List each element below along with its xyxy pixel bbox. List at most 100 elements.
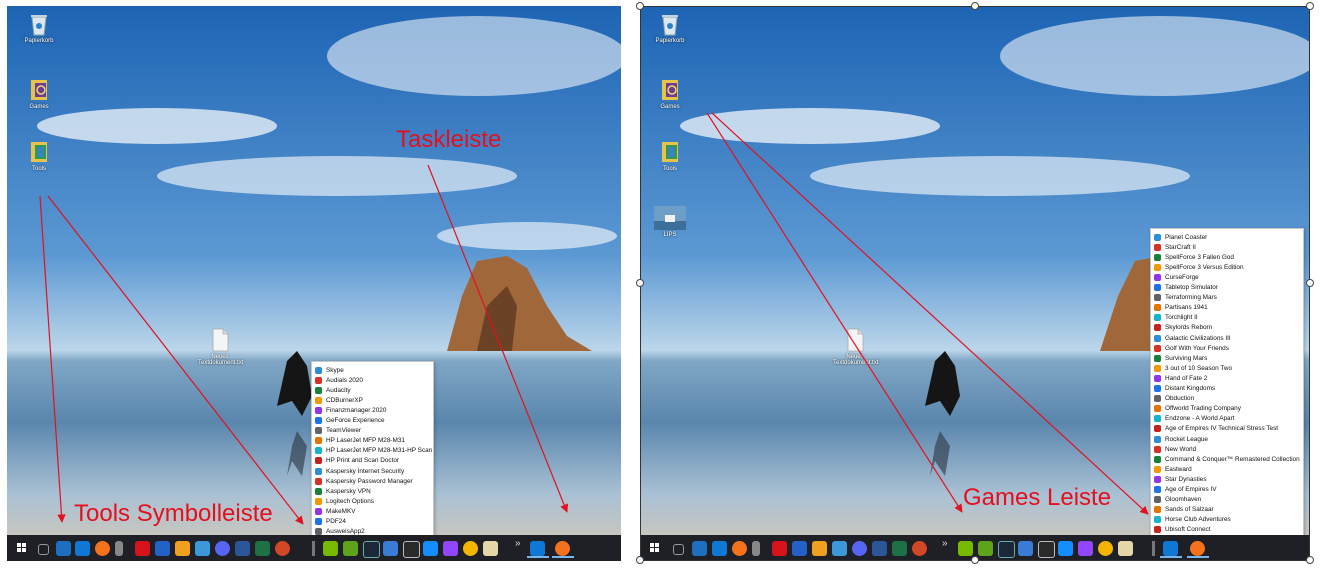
nvidia-icon[interactable] [323, 541, 338, 556]
twitch-icon[interactable] [1078, 541, 1093, 556]
sky-icon[interactable] [792, 541, 807, 556]
ubisoft-icon[interactable] [463, 541, 478, 556]
menu-item[interactable]: Age of Empires IV [1151, 485, 1303, 495]
firefox-icon[interactable] [555, 541, 570, 556]
desktop-icon-text-file[interactable]: Neues Textdokument.txt [198, 328, 243, 366]
overflow-chevron[interactable]: » [515, 538, 521, 549]
menu-item[interactable]: CDBurnerXP [312, 395, 433, 405]
resize-handle[interactable] [1306, 2, 1314, 10]
battle-net-icon[interactable] [423, 541, 438, 556]
start-button[interactable] [650, 543, 660, 553]
discord-icon[interactable] [852, 541, 867, 556]
excel-icon[interactable] [255, 541, 270, 556]
menu-item[interactable]: SpellForce 3 Versus Edition [1151, 262, 1303, 272]
desktop-icon-tools[interactable]: Tools [19, 140, 59, 172]
menu-item[interactable]: Logitech Options [312, 496, 433, 506]
firefox-icon[interactable] [732, 541, 747, 556]
menu-item[interactable]: Surviving Mars [1151, 353, 1303, 363]
menu-item[interactable]: TeamViewer [312, 426, 433, 436]
menu-item[interactable]: Planet Coaster [1151, 232, 1303, 242]
desktop-icon-papierkorb[interactable]: Papierkorb [650, 12, 690, 44]
resize-handle[interactable] [636, 279, 644, 287]
epic-games-icon[interactable] [403, 541, 420, 558]
nvidia-icon[interactable] [958, 541, 973, 556]
firefox-icon[interactable] [1190, 541, 1205, 556]
menu-item[interactable]: HP Print and Scan Doctor [312, 456, 433, 466]
sharepoint-icon[interactable] [692, 541, 707, 556]
twitch-icon[interactable] [443, 541, 458, 556]
resize-handle[interactable] [636, 2, 644, 10]
menu-item[interactable]: New World [1151, 444, 1303, 454]
geforce-icon[interactable] [343, 541, 358, 556]
vivaldi-icon[interactable] [175, 541, 190, 556]
steam-icon[interactable] [363, 541, 380, 558]
task-view-icon[interactable] [38, 544, 49, 555]
resize-handle[interactable] [971, 2, 979, 10]
epic-games-icon[interactable] [1038, 541, 1055, 558]
menu-item[interactable]: Audacity [312, 385, 433, 395]
tool-icon[interactable] [383, 541, 398, 556]
desktop-icon-games[interactable]: Games [650, 78, 690, 110]
resize-handle[interactable] [971, 556, 979, 564]
menu-item[interactable]: Golf With Your Friends [1151, 343, 1303, 353]
menu-item[interactable]: Distant Kingdoms [1151, 384, 1303, 394]
menu-item[interactable]: Obduction [1151, 394, 1303, 404]
netflix-icon[interactable] [135, 541, 150, 556]
outlook-icon[interactable] [712, 541, 727, 556]
firefox-icon[interactable] [95, 541, 110, 556]
resize-handle[interactable] [636, 556, 644, 564]
resize-handle[interactable] [1306, 556, 1314, 564]
menu-item[interactable]: Rocket League [1151, 434, 1303, 444]
menu-item[interactable]: Kaspersky VPN [312, 486, 433, 496]
menu-item[interactable]: Kaspersky Password Manager [312, 476, 433, 486]
menu-item[interactable]: Skylords Reborn [1151, 323, 1303, 333]
app-icon[interactable] [752, 541, 760, 556]
desktop-icon-papierkorb[interactable]: Papierkorb [19, 12, 59, 44]
menu-item[interactable]: Gloomhaven [1151, 495, 1303, 505]
menu-item[interactable]: HP LaserJet MFP M28-M31 [312, 436, 433, 446]
menu-item[interactable]: 3 out of 10 Season Two [1151, 363, 1303, 373]
geforce-icon[interactable] [978, 541, 993, 556]
menu-item[interactable]: Sands of Salzaar [1151, 505, 1303, 515]
ssd-icon[interactable] [195, 541, 210, 556]
desktop-icon-text-file[interactable]: Neues Textdokument.txt [833, 328, 878, 366]
menu-item[interactable]: Galactic Civilizations III [1151, 333, 1303, 343]
ssd-icon[interactable] [832, 541, 847, 556]
overflow-chevron[interactable]: » [942, 538, 948, 549]
menu-item[interactable]: StarCraft II [1151, 242, 1303, 252]
menu-item[interactable]: Horse Club Adventures [1151, 515, 1303, 525]
photo-icon[interactable] [1118, 541, 1133, 556]
outlook-icon[interactable] [1163, 541, 1178, 556]
menu-item[interactable]: Command & Conquer™ Remastered Collection [1151, 454, 1303, 464]
menu-item[interactable]: Audials 2020 [312, 375, 433, 385]
desktop-icon-games[interactable]: Games [19, 78, 59, 110]
word-icon[interactable] [872, 541, 887, 556]
menu-item[interactable]: Ubisoft Connect [1151, 525, 1303, 535]
battle-net-icon[interactable] [1058, 541, 1073, 556]
sharepoint-icon[interactable] [56, 541, 71, 556]
menu-item[interactable]: Tabletop Simulator [1151, 283, 1303, 293]
menu-item[interactable]: Age of Empires IV Technical Stress Test [1151, 424, 1303, 434]
discord-icon[interactable] [215, 541, 230, 556]
menu-item[interactable]: CurseForge [1151, 272, 1303, 282]
menu-item[interactable]: PDF24 [312, 517, 433, 527]
menu-item[interactable]: Terraforming Mars [1151, 293, 1303, 303]
menu-item[interactable]: Endzone - A World Apart [1151, 414, 1303, 424]
menu-item[interactable]: HP LaserJet MFP M28-M31-HP Scan [312, 446, 433, 456]
word-icon[interactable] [235, 541, 250, 556]
sky-icon[interactable] [155, 541, 170, 556]
steam-icon[interactable] [998, 541, 1015, 558]
menu-item[interactable]: Hand of Fate 2 [1151, 373, 1303, 383]
netflix-icon[interactable] [772, 541, 787, 556]
vivaldi-icon[interactable] [812, 541, 827, 556]
desktop-icon-lips[interactable]: LIPS [650, 206, 690, 238]
menu-item[interactable]: GeForce Experience [312, 416, 433, 426]
outlook-icon[interactable] [530, 541, 545, 556]
start-button[interactable] [17, 543, 27, 553]
menu-item[interactable]: SpellForce 3 Fallen God [1151, 252, 1303, 262]
desktop-icon-tools[interactable]: Tools [650, 140, 690, 172]
resize-handle[interactable] [1306, 279, 1314, 287]
menu-item[interactable]: Star Dynasties [1151, 474, 1303, 484]
menu-item[interactable]: Skype [312, 365, 433, 375]
powerpoint-icon[interactable] [912, 541, 927, 556]
